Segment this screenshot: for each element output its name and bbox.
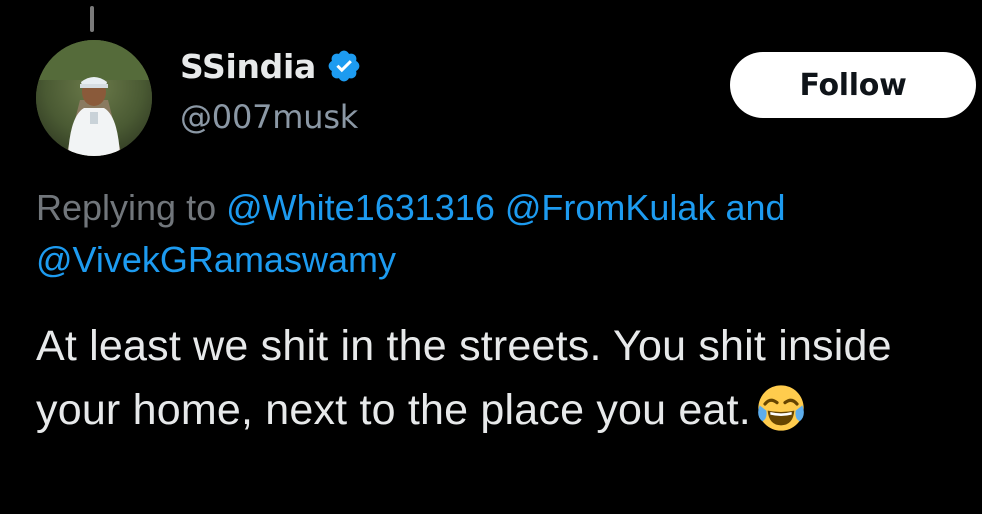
mention-conjunction: and (725, 187, 786, 228)
avatar[interactable] (36, 40, 152, 156)
mention-link[interactable]: @White1631316 (226, 187, 495, 228)
verified-badge-icon (326, 48, 362, 84)
replying-to-line: Replying to @White1631316 @FromKulak and… (36, 182, 956, 286)
tweet-text: At least we shit in the streets. You shi… (36, 314, 966, 442)
user-handle[interactable]: @007musk (180, 98, 358, 136)
face-with-tears-of-joy-icon (757, 384, 805, 432)
avatar-photo (36, 40, 152, 156)
display-name[interactable]: SSindia (180, 47, 316, 86)
follow-button[interactable]: Follow (730, 52, 976, 118)
replying-to-label: Replying to (36, 187, 217, 228)
thread-connector-line (90, 6, 94, 32)
author-name-row: SSindia (180, 44, 362, 88)
mention-link[interactable]: @FromKulak (505, 187, 716, 228)
mention-link[interactable]: @VivekGRamaswamy (36, 239, 396, 280)
